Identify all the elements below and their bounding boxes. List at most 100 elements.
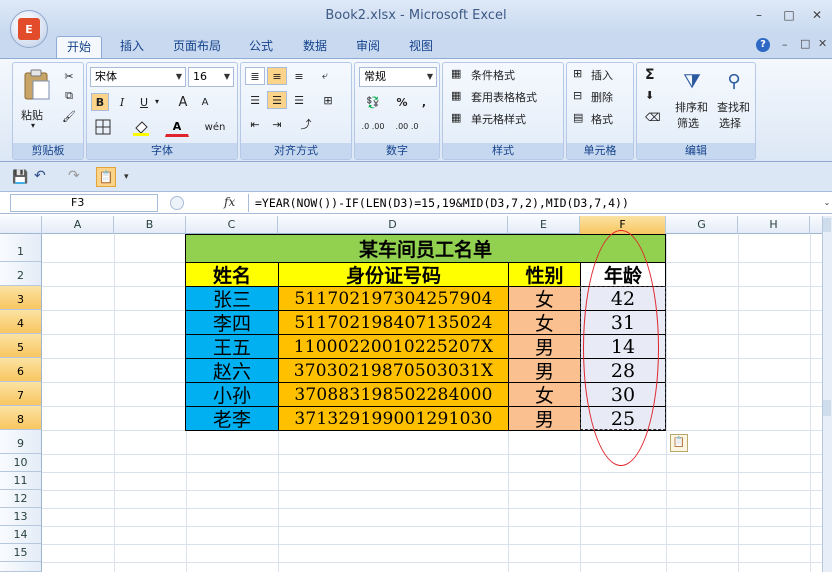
gender-cell[interactable]: 男 bbox=[508, 358, 581, 383]
increase-indent-icon[interactable]: ⇥ bbox=[267, 115, 287, 133]
align-right-icon[interactable]: ☰ bbox=[289, 91, 309, 109]
paste-special-icon[interactable]: 📋 bbox=[96, 167, 116, 187]
tab-review[interactable]: 审阅 bbox=[346, 36, 390, 58]
close-button[interactable]: ✕ bbox=[806, 8, 828, 24]
header-gender-cell[interactable]: 性别 bbox=[508, 262, 581, 287]
row-header-5[interactable]: 5 bbox=[0, 334, 42, 358]
id-number-cell[interactable]: 371329199001291030 bbox=[278, 406, 509, 431]
align-top-icon[interactable]: ≣ bbox=[245, 67, 265, 85]
font-name-select[interactable]: 宋体 ▼ bbox=[90, 67, 186, 87]
decrease-decimal-button[interactable]: .00 .0 bbox=[393, 117, 421, 135]
percent-button[interactable]: % bbox=[393, 93, 411, 111]
column-header-b[interactable]: B bbox=[114, 216, 186, 234]
align-center-icon[interactable]: ☰ bbox=[267, 91, 287, 109]
id-number-cell[interactable]: 110002200102252​07X bbox=[278, 334, 509, 359]
cell-styles-label[interactable]: 单元格样式 bbox=[471, 111, 526, 127]
paste-options-icon[interactable]: 📋 bbox=[670, 434, 688, 452]
insert-function-icon[interactable]: fx bbox=[224, 195, 235, 209]
bold-button[interactable]: B bbox=[91, 93, 109, 111]
paste-icon[interactable] bbox=[19, 65, 55, 105]
format-painter-icon[interactable]: 🖌 bbox=[59, 107, 79, 125]
paste-dropdown-icon[interactable]: ▾ bbox=[31, 121, 35, 130]
row-header-12[interactable]: 12 bbox=[0, 490, 42, 508]
table-format-icon[interactable]: ▦ bbox=[451, 89, 461, 102]
formula-input[interactable]: =YEAR(NOW())-IF(LEN(D3)=15,19&MID(D3,7,2… bbox=[248, 194, 820, 212]
header-id-cell[interactable]: 身份证号码 bbox=[278, 262, 509, 287]
select-all-corner[interactable] bbox=[0, 216, 42, 234]
currency-icon[interactable]: 💱 bbox=[359, 93, 387, 111]
decrease-indent-icon[interactable]: ⇤ bbox=[245, 115, 265, 133]
conditional-format-label[interactable]: 条件格式 bbox=[471, 67, 515, 83]
name-cell[interactable]: 王五 bbox=[185, 334, 279, 359]
tab-page-layout[interactable]: 页面布局 bbox=[162, 36, 232, 58]
tab-data[interactable]: 数据 bbox=[292, 36, 338, 58]
fill-icon[interactable]: ⬇ bbox=[645, 89, 654, 102]
id-number-cell[interactable]: 370883198502284000 bbox=[278, 382, 509, 407]
phonetic-guide-button[interactable]: wén bbox=[201, 117, 229, 137]
shrink-font-button[interactable]: A bbox=[195, 93, 215, 111]
column-header-d[interactable]: D bbox=[278, 216, 508, 234]
cell-styles-icon[interactable]: ▦ bbox=[451, 111, 461, 124]
name-cell[interactable]: 张三 bbox=[185, 286, 279, 311]
table-title-cell[interactable]: 某车间员工名单 bbox=[185, 234, 666, 263]
font-size-select[interactable]: 16 ▼ bbox=[188, 67, 234, 87]
borders-icon[interactable] bbox=[91, 117, 115, 137]
row-header-8[interactable]: 8 bbox=[0, 406, 42, 430]
underline-dropdown-icon[interactable]: ▾ bbox=[155, 97, 159, 106]
tab-insert[interactable]: 插入 bbox=[110, 36, 154, 58]
maximize-button[interactable]: □ bbox=[778, 8, 800, 24]
insert-cells-label[interactable]: 插入 bbox=[591, 67, 613, 83]
vertical-scrollbar[interactable] bbox=[822, 216, 832, 572]
id-number-cell[interactable]: 37030219870503031X bbox=[278, 358, 509, 383]
fill-color-icon[interactable] bbox=[129, 117, 153, 137]
align-middle-icon[interactable]: ≡ bbox=[267, 67, 287, 85]
row-header-1[interactable]: 1 bbox=[0, 234, 42, 262]
orientation-icon[interactable]: ⤴ bbox=[293, 115, 319, 133]
gender-cell[interactable]: 女 bbox=[508, 286, 581, 311]
underline-button[interactable]: U bbox=[135, 93, 153, 111]
ribbon-minimize-icon[interactable]: – bbox=[782, 38, 788, 51]
redo-icon[interactable]: ↷ bbox=[68, 168, 80, 184]
row-header-6[interactable]: 6 bbox=[0, 358, 42, 382]
merge-center-icon[interactable]: ⊞ bbox=[315, 91, 341, 109]
autosum-button[interactable]: Σ bbox=[645, 67, 655, 83]
row-header-4[interactable]: 4 bbox=[0, 310, 42, 334]
column-header-c[interactable]: C bbox=[186, 216, 278, 234]
undo-icon[interactable]: ↶ bbox=[34, 168, 46, 184]
comma-button[interactable]: , bbox=[415, 93, 433, 111]
sort-filter-label-2[interactable]: 筛选 bbox=[677, 115, 699, 131]
format-cells-icon[interactable]: ▤ bbox=[573, 111, 583, 124]
gender-cell[interactable]: 男 bbox=[508, 334, 581, 359]
delete-cells-label[interactable]: 删除 bbox=[591, 89, 613, 105]
row-header-11[interactable]: 11 bbox=[0, 472, 42, 490]
grow-font-button[interactable]: A bbox=[173, 93, 193, 111]
name-cell[interactable]: 老李 bbox=[185, 406, 279, 431]
formula-bar-expand-icon[interactable] bbox=[170, 196, 184, 210]
copy-icon[interactable]: ⧉ bbox=[59, 87, 79, 105]
row-header-9[interactable]: 9 bbox=[0, 430, 42, 454]
cut-icon[interactable]: ✂ bbox=[59, 67, 79, 85]
align-bottom-icon[interactable]: ≡ bbox=[289, 67, 309, 85]
table-format-label[interactable]: 套用表格格式 bbox=[471, 89, 537, 105]
office-button[interactable]: E bbox=[10, 10, 48, 48]
find-select-label-2[interactable]: 选择 bbox=[719, 115, 741, 131]
formula-bar-collapse-icon[interactable]: ⌄ bbox=[822, 194, 832, 212]
row-header-16[interactable] bbox=[0, 562, 42, 572]
row-header-14[interactable]: 14 bbox=[0, 526, 42, 544]
column-header-h[interactable]: H bbox=[738, 216, 810, 234]
number-format-select[interactable]: 常规 ▼ bbox=[359, 67, 437, 87]
name-cell[interactable]: 赵六 bbox=[185, 358, 279, 383]
delete-cells-icon[interactable]: ⊟ bbox=[573, 89, 582, 102]
tab-home[interactable]: 开始 bbox=[56, 36, 102, 58]
tab-formulas[interactable]: 公式 bbox=[240, 36, 282, 58]
sort-filter-label-1[interactable]: 排序和 bbox=[675, 99, 708, 115]
column-header-e[interactable]: E bbox=[508, 216, 580, 234]
id-number-cell[interactable]: 511702197304257904 bbox=[278, 286, 509, 311]
gender-cell[interactable]: 女 bbox=[508, 382, 581, 407]
name-cell[interactable]: 李四 bbox=[185, 310, 279, 335]
font-color-button[interactable]: A bbox=[165, 117, 189, 137]
customize-qat-icon[interactable]: ▾ bbox=[124, 172, 129, 182]
clear-icon[interactable]: ⌫ bbox=[645, 111, 661, 124]
gender-cell[interactable]: 女 bbox=[508, 310, 581, 335]
scroll-up-icon[interactable] bbox=[823, 218, 831, 232]
